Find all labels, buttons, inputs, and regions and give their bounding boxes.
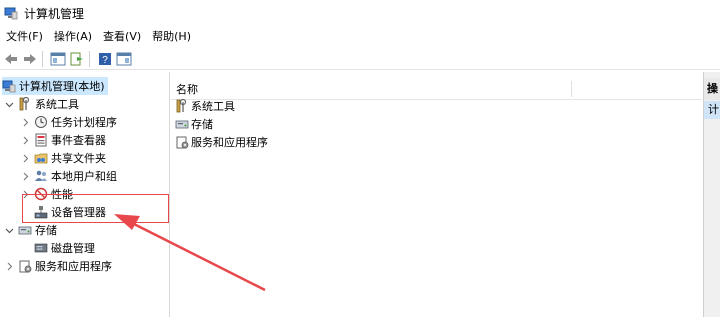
tree-item-local-users[interactable]: 本地用户和组	[20, 167, 117, 185]
properties-icon[interactable]	[116, 51, 132, 67]
highlight-box	[22, 194, 169, 223]
tools-icon	[176, 99, 187, 113]
computer-management-icon	[2, 80, 16, 93]
storage-icon	[18, 226, 32, 235]
actions-header: 操	[704, 78, 720, 100]
tree-root[interactable]: 计算机管理(本地)	[2, 77, 108, 95]
storage-icon	[175, 120, 189, 129]
tree-item-label: 系统工具	[35, 98, 79, 111]
chevron-right-icon[interactable]	[20, 117, 30, 127]
menu-bar: 文件(F) 操作(A) 查看(V) 帮助(H)	[0, 27, 720, 47]
chevron-down-icon[interactable]	[4, 99, 14, 109]
tree-item-disk-management[interactable]: 磁盘管理	[30, 239, 95, 257]
menu-file[interactable]: 文件(F)	[1, 27, 48, 47]
services-icon	[19, 260, 32, 273]
tools-icon	[19, 97, 30, 111]
tree-item-event-viewer[interactable]: 事件查看器	[20, 131, 106, 149]
list-item-label: 系统工具	[191, 100, 235, 113]
tree-root-label: 计算机管理(本地)	[19, 80, 105, 93]
event-viewer-icon	[35, 133, 47, 147]
chevron-right-icon[interactable]	[20, 153, 30, 163]
tree-item-storage[interactable]: 存储	[4, 221, 57, 239]
column-header[interactable]: 名称	[171, 78, 702, 100]
clock-icon	[35, 116, 47, 128]
toolbar: ?	[0, 48, 720, 70]
export-list-icon[interactable]	[69, 51, 85, 67]
tree-item-label: 本地用户和组	[51, 170, 117, 183]
svg-text:?: ?	[102, 55, 108, 66]
actions-item[interactable]: 计	[704, 101, 720, 119]
tree-item-label: 服务和应用程序	[35, 260, 112, 273]
users-icon	[35, 170, 47, 181]
tree-item-shared-folders[interactable]: 共享文件夹	[20, 149, 106, 167]
tree-item-system-tools[interactable]: 系统工具	[4, 95, 79, 113]
services-icon	[176, 136, 189, 149]
title-bar: 计算机管理	[0, 0, 720, 26]
back-arrow-icon[interactable]	[3, 51, 19, 67]
tree-item-label: 磁盘管理	[51, 242, 95, 255]
content-list: 名称 系统工具 存储 服务和应用程序	[171, 72, 702, 317]
list-item-system-tools[interactable]: 系统工具	[175, 97, 235, 115]
chevron-right-icon[interactable]	[20, 171, 30, 181]
tree-item-label: 事件查看器	[51, 134, 106, 147]
tree-item-label: 存储	[35, 224, 57, 237]
column-divider[interactable]	[571, 81, 572, 97]
column-header-name[interactable]: 名称	[176, 81, 198, 97]
toolbar-separator	[89, 50, 90, 67]
tree-item-label: 任务计划程序	[51, 116, 117, 129]
menu-view[interactable]: 查看(V)	[98, 27, 146, 47]
disk-icon	[34, 243, 48, 253]
shared-folder-icon	[34, 153, 48, 164]
tree-item-services-apps[interactable]: 服务和应用程序	[4, 257, 112, 275]
tree-item-label: 共享文件夹	[51, 152, 106, 165]
list-item-label: 服务和应用程序	[191, 136, 268, 149]
chevron-down-icon[interactable]	[4, 225, 14, 235]
window-title: 计算机管理	[24, 6, 85, 21]
help-icon[interactable]: ?	[97, 51, 113, 67]
chevron-right-icon[interactable]	[4, 261, 14, 271]
list-item-label: 存储	[191, 118, 213, 131]
actions-pane: 操 计	[703, 72, 720, 317]
computer-management-icon	[4, 7, 18, 20]
chevron-right-icon[interactable]	[20, 135, 30, 145]
tree-item-task-scheduler[interactable]: 任务计划程序	[20, 113, 117, 131]
show-hide-tree-icon[interactable]	[50, 51, 66, 67]
forward-arrow-icon[interactable]	[22, 51, 38, 67]
list-item-services-apps[interactable]: 服务和应用程序	[175, 133, 268, 151]
menu-action[interactable]: 操作(A)	[49, 27, 97, 47]
list-item-storage[interactable]: 存储	[175, 115, 213, 133]
menu-help[interactable]: 帮助(H)	[147, 27, 196, 47]
toolbar-separator	[42, 50, 43, 67]
